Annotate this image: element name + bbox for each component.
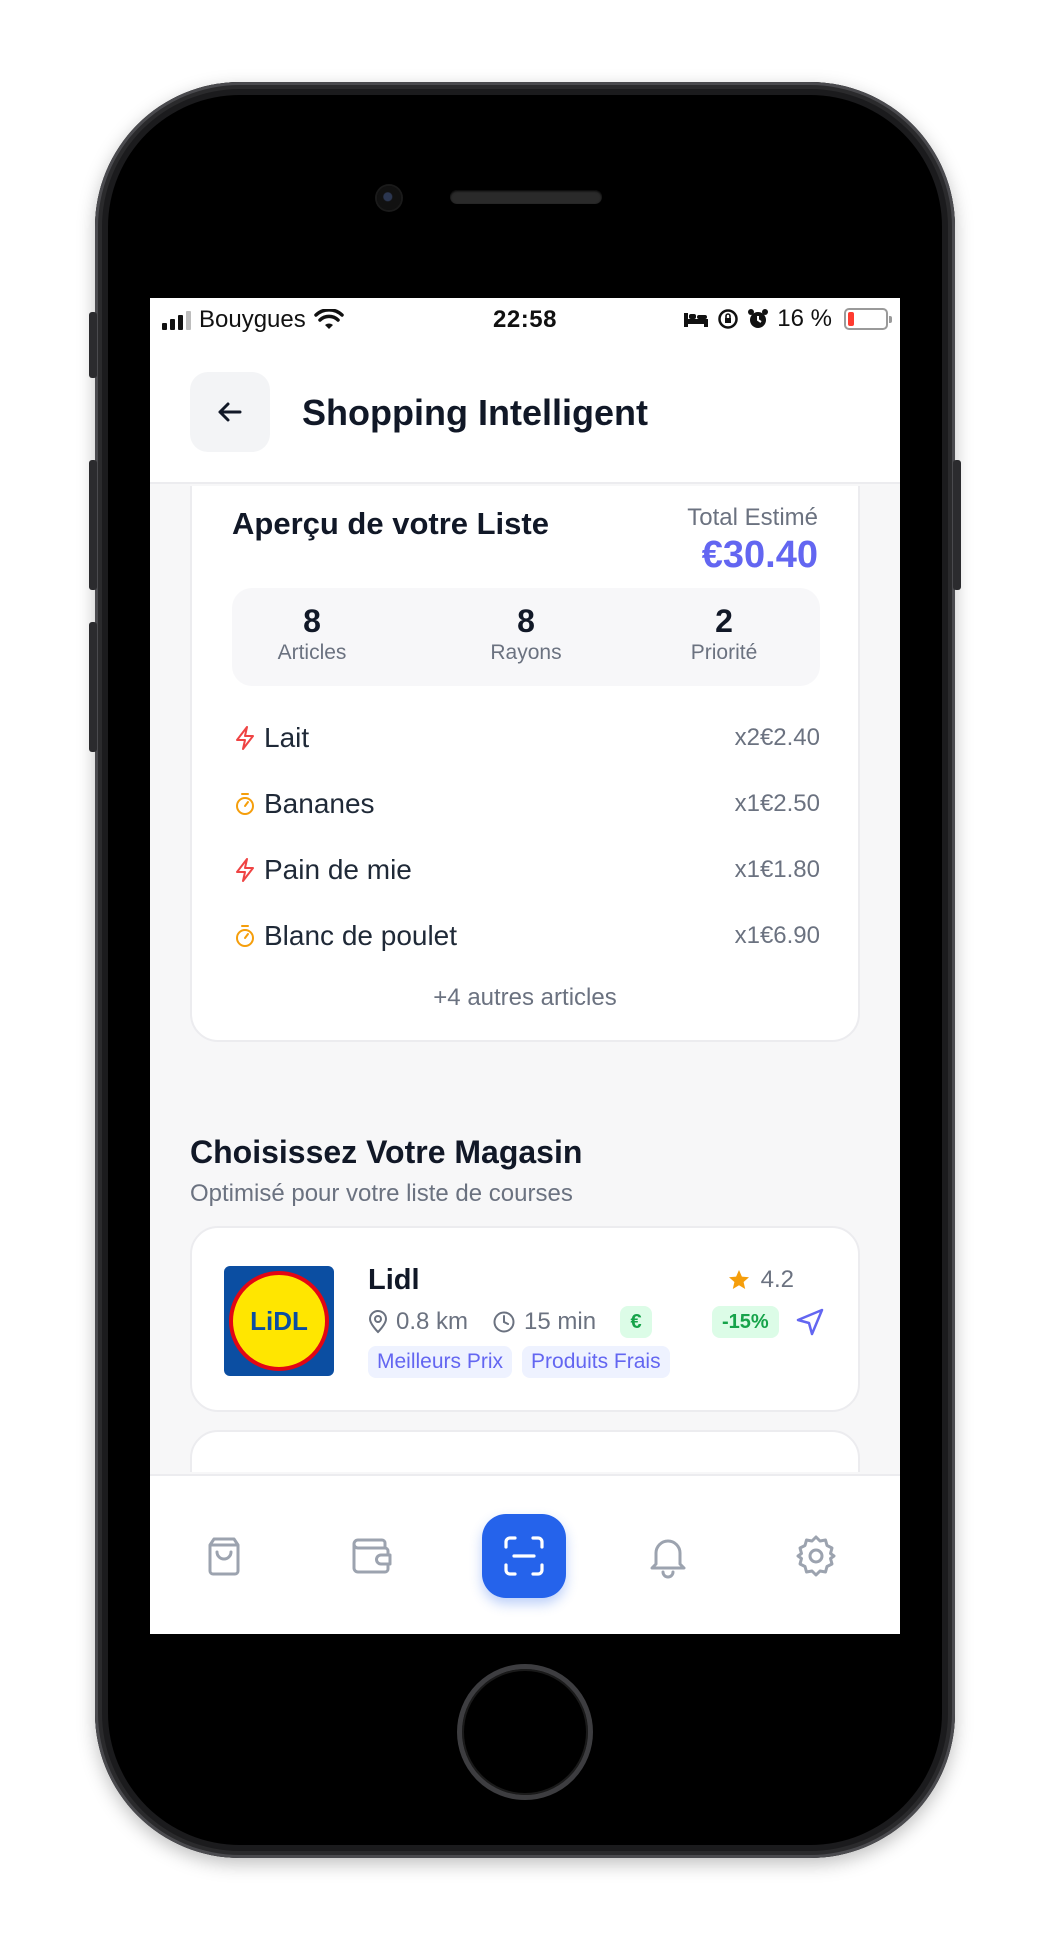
more-items-link[interactable]: +4 autres articles bbox=[192, 984, 858, 1012]
tab-scan[interactable] bbox=[482, 1514, 566, 1598]
stat-label: Priorité bbox=[690, 641, 758, 664]
store-tags: Meilleurs Prix Produits Frais bbox=[368, 1346, 670, 1378]
tab-bar bbox=[150, 1474, 900, 1634]
orientation-lock-icon bbox=[718, 309, 739, 329]
list-item[interactable]: Bananes x1€2.50 bbox=[232, 782, 820, 826]
stat-label: Articles bbox=[277, 641, 347, 664]
item-name: Lait bbox=[264, 722, 310, 753]
stat-priorite: 2 Priorité bbox=[644, 602, 804, 666]
status-bar: Bouygues 22:58 16 % bbox=[150, 298, 900, 342]
rating-value: 4.2 bbox=[760, 1266, 794, 1293]
star-icon bbox=[728, 1270, 749, 1289]
front-camera bbox=[377, 186, 401, 210]
clock-icon bbox=[493, 1311, 515, 1333]
battery-percent: 16 % bbox=[777, 305, 832, 332]
timer-icon bbox=[232, 791, 258, 817]
alarm-icon bbox=[748, 309, 769, 328]
store-tag: Meilleurs Prix bbox=[368, 1346, 513, 1378]
tab-settings[interactable] bbox=[776, 1516, 856, 1596]
list-overview-title: Aperçu de votre Liste bbox=[232, 506, 549, 541]
home-button[interactable] bbox=[457, 1664, 593, 1800]
stat-value: 2 bbox=[715, 603, 733, 639]
list-item[interactable]: Lait x2€2.40 bbox=[232, 716, 820, 760]
tab-wallet[interactable] bbox=[331, 1516, 411, 1596]
list-stats: 8 Articles 8 Rayons 2 Priorité bbox=[232, 588, 820, 686]
item-quantity-price: x1€1.80 bbox=[734, 856, 820, 883]
stat-value: 8 bbox=[517, 603, 535, 639]
tab-notifications[interactable] bbox=[628, 1516, 708, 1596]
arrow-left-icon bbox=[218, 402, 242, 422]
stat-value: 8 bbox=[303, 603, 321, 639]
item-name: Pain de mie bbox=[264, 854, 412, 885]
item-quantity-price: x1€2.50 bbox=[734, 790, 820, 817]
duration-value: 15 min bbox=[524, 1308, 597, 1335]
stat-rayons: 8 Rayons bbox=[446, 602, 606, 666]
distance-value: 0.8 km bbox=[396, 1308, 469, 1335]
store-duration: 15 min bbox=[492, 1308, 596, 1336]
lightning-icon bbox=[232, 857, 258, 883]
navigation-icon[interactable] bbox=[794, 1306, 826, 1338]
mute-switch bbox=[89, 312, 97, 378]
list-overview-card: Aperçu de votre Liste Total Estimé €30.4… bbox=[190, 486, 860, 1042]
volume-up-button bbox=[89, 460, 97, 590]
app-header: Shopping Intelligent bbox=[150, 342, 900, 484]
bell-icon bbox=[650, 1539, 686, 1579]
lidl-logo: LiDL bbox=[224, 1266, 334, 1376]
stat-label: Rayons bbox=[490, 641, 562, 664]
store-rating: 4.2 bbox=[727, 1266, 794, 1294]
back-button[interactable] bbox=[190, 372, 270, 452]
stores-section-subtitle: Optimisé pour votre liste de courses bbox=[190, 1180, 573, 1207]
power-button bbox=[953, 460, 961, 590]
timer-icon bbox=[232, 923, 258, 949]
store-distance: 0.8 km bbox=[368, 1308, 468, 1336]
tab-shopping[interactable] bbox=[184, 1516, 264, 1596]
list-item[interactable]: Blanc de poulet x1€6.90 bbox=[232, 914, 820, 958]
earpiece-speaker bbox=[450, 190, 602, 204]
gear-icon bbox=[796, 1535, 836, 1577]
store-info: 0.8 km 15 min € bbox=[368, 1306, 653, 1338]
page-title: Shopping Intelligent bbox=[302, 392, 648, 433]
total-estimate-value: €30.40 bbox=[701, 534, 818, 576]
bed-icon bbox=[684, 313, 709, 327]
bag-icon bbox=[208, 1537, 240, 1576]
scan-icon bbox=[504, 1536, 544, 1576]
item-name: Blanc de poulet bbox=[264, 920, 458, 951]
store-card-lidl[interactable]: LiDL Lidl 4.2 0.8 km 15 min € -15% Meill… bbox=[190, 1226, 860, 1412]
item-name: Bananes bbox=[264, 788, 375, 819]
item-quantity-price: x1€6.90 bbox=[734, 922, 820, 949]
lidl-logo-text: LiDL bbox=[250, 1306, 308, 1336]
store-card-next[interactable] bbox=[190, 1430, 860, 1472]
price-level-badge: € bbox=[620, 1306, 653, 1338]
screen: Bouygues 22:58 16 % Shopping Intelligent… bbox=[150, 298, 900, 1634]
store-name: Lidl bbox=[368, 1264, 420, 1296]
map-pin-icon bbox=[368, 1310, 388, 1334]
total-estimate-label: Total Estimé bbox=[687, 504, 818, 531]
stat-articles: 8 Articles bbox=[232, 602, 392, 666]
wallet-icon bbox=[352, 1538, 392, 1574]
status-right: 16 % bbox=[683, 305, 892, 333]
lightning-icon bbox=[232, 725, 258, 751]
stores-section-title: Choisissez Votre Magasin bbox=[190, 1134, 583, 1170]
list-item[interactable]: Pain de mie x1€1.80 bbox=[232, 848, 820, 892]
scroll-content[interactable]: Aperçu de votre Liste Total Estimé €30.4… bbox=[150, 486, 900, 1472]
item-quantity-price: x2€2.40 bbox=[734, 724, 820, 751]
volume-down-button bbox=[89, 622, 97, 752]
battery-icon bbox=[844, 308, 892, 330]
store-tag: Produits Frais bbox=[522, 1346, 670, 1378]
discount-badge: -15% bbox=[712, 1306, 779, 1338]
